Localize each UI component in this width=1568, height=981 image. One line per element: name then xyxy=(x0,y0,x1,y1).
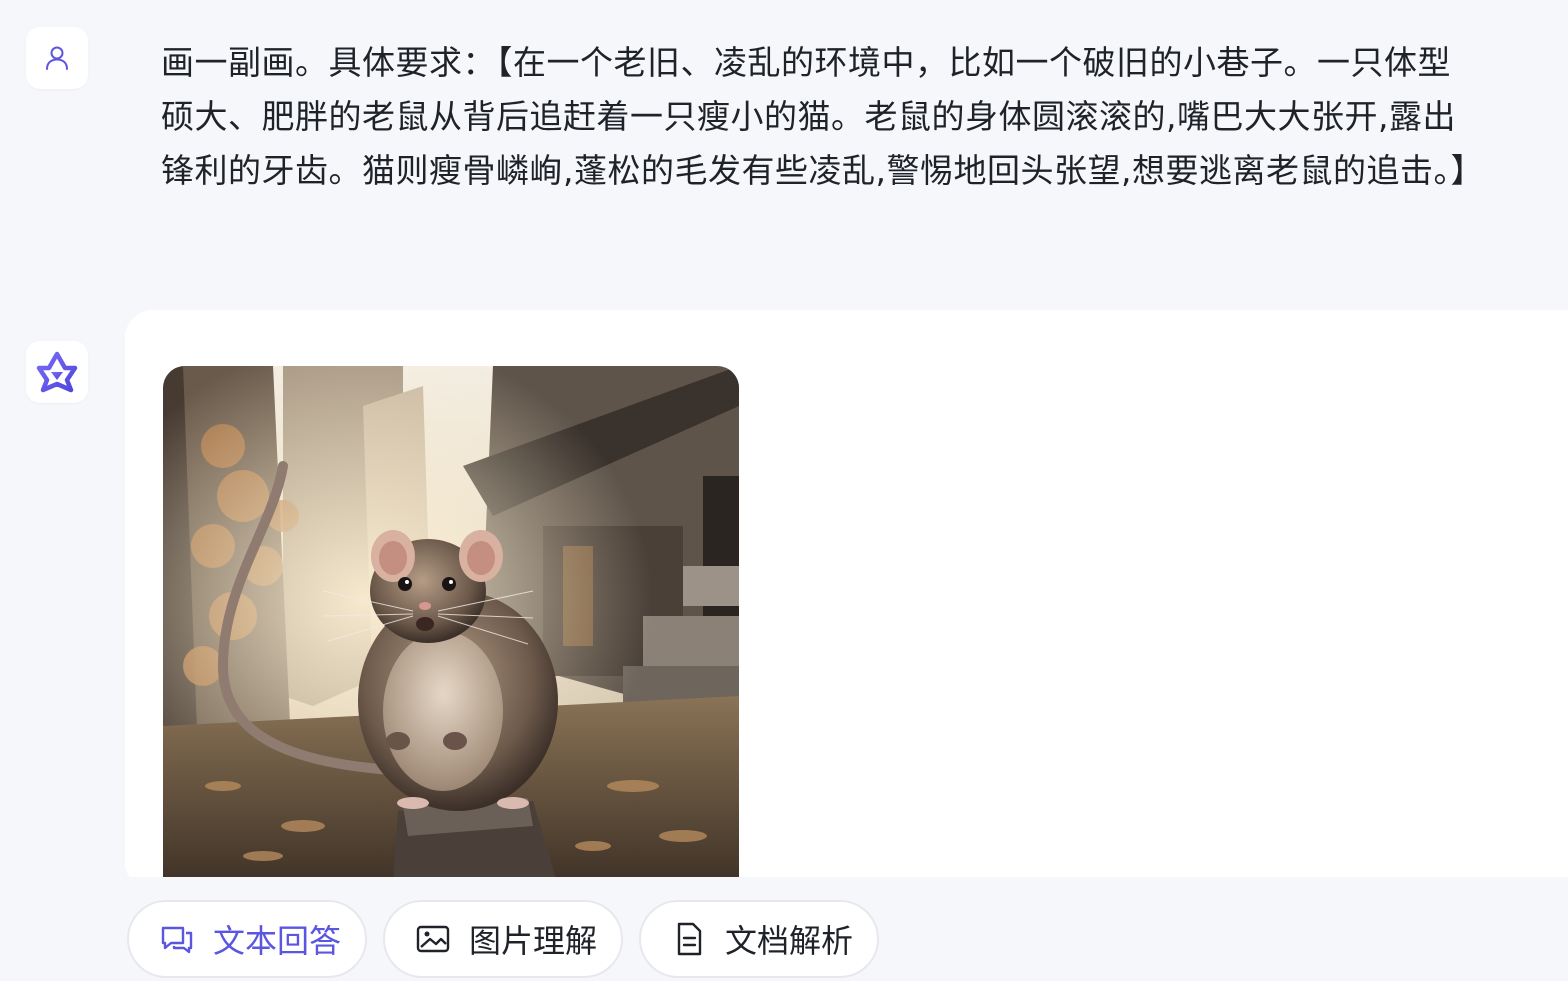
generated-rat-illustration xyxy=(163,366,739,886)
document-icon xyxy=(671,921,707,957)
chat-bubbles-icon xyxy=(159,921,195,957)
user-icon xyxy=(46,46,68,70)
mode-button-text-answer[interactable]: 文本回答 xyxy=(127,900,367,978)
assistant-logo-icon xyxy=(36,351,78,393)
mode-label: 文本回答 xyxy=(213,922,342,960)
user-message: 画一副画。具体要求：【在一个老旧、凌乱的环境中，比如一个破旧的小巷子。一只体型硕… xyxy=(161,43,1484,190)
mode-label: 文档解析 xyxy=(725,922,854,960)
image-icon xyxy=(415,921,451,957)
mode-button-image-understanding[interactable]: 图片理解 xyxy=(383,900,623,978)
mode-button-document-parsing[interactable]: 文档解析 xyxy=(639,900,879,978)
chat-page: 画一副画。具体要求：【在一个老旧、凌乱的环境中，比如一个破旧的小巷子。一只体型硕… xyxy=(0,0,1568,981)
assistant-avatar xyxy=(26,341,88,403)
generated-image[interactable] xyxy=(163,366,739,886)
mode-label: 图片理解 xyxy=(469,922,598,960)
user-avatar xyxy=(26,27,88,89)
